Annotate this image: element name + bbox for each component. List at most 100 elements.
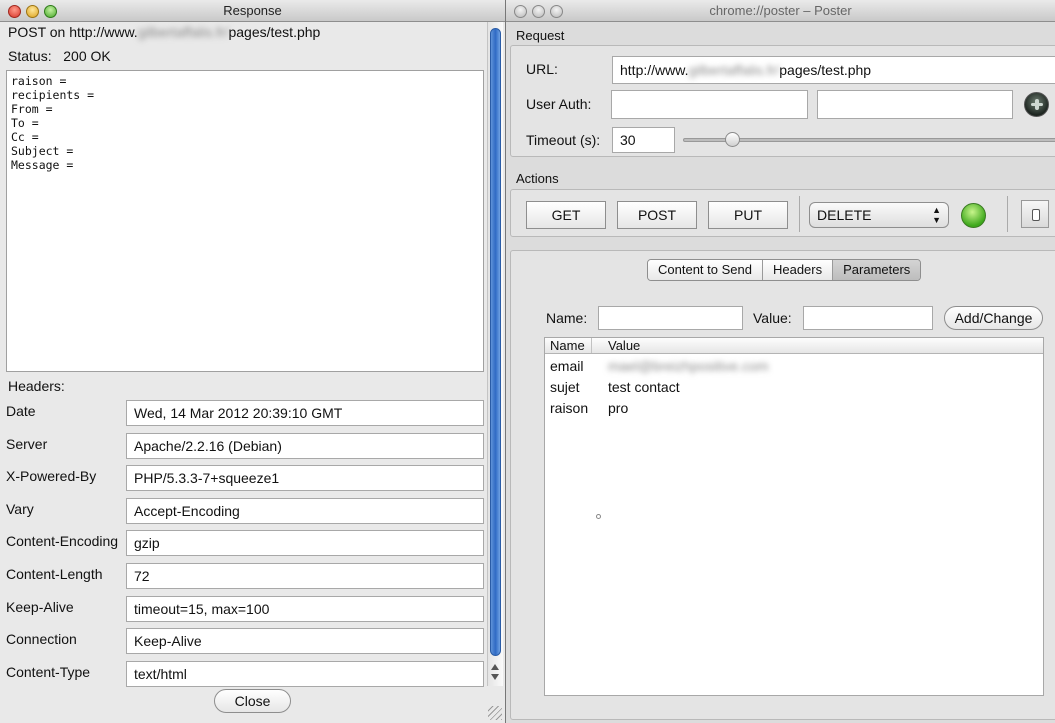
minimize-window-icon[interactable] — [532, 5, 545, 18]
header-value-field[interactable]: timeout=15, max=100 — [126, 595, 484, 622]
header-name: Content-Length — [6, 566, 103, 582]
header-value-field[interactable]: gzip — [126, 530, 484, 557]
headers-title: Headers: — [8, 378, 65, 394]
method-selected-value: DELETE — [817, 207, 872, 223]
response-window: Response POST on http://www.gilbertaffal… — [0, 0, 506, 723]
header-value-field[interactable]: Keep-Alive — [126, 628, 484, 655]
poster-window-controls — [514, 3, 568, 18]
minimize-window-icon[interactable] — [26, 5, 39, 18]
column-name-header[interactable]: Name — [550, 338, 592, 353]
header-value-field[interactable]: Apache/2.2.16 (Debian) — [126, 432, 484, 459]
param-row-value[interactable]: pro — [608, 400, 628, 416]
status-value: 200 OK — [63, 48, 111, 64]
keyhole-icon[interactable] — [1024, 92, 1049, 117]
close-button[interactable]: Close — [214, 689, 291, 713]
param-value-label: Value: — [753, 310, 792, 326]
green-status-light-icon — [961, 203, 986, 228]
body-line: From = — [11, 102, 53, 116]
param-row-name[interactable]: sujet — [550, 379, 580, 395]
resize-grip-icon[interactable] — [488, 706, 502, 720]
header-name: Date — [6, 403, 36, 419]
poster-window-title: chrome://poster – Poster — [709, 3, 852, 18]
body-line: Subject = — [11, 144, 74, 158]
header-value-field[interactable]: 72 — [126, 563, 484, 589]
body-line: Message = — [11, 158, 74, 172]
header-value-field[interactable]: Wed, 14 Mar 2012 20:39:10 GMT — [126, 400, 484, 426]
status-label: Status: — [8, 48, 52, 64]
param-name-label: Name: — [546, 310, 588, 326]
actions-section-title: Actions — [516, 171, 559, 186]
window-controls — [8, 3, 62, 18]
tab-parameters[interactable]: Parameters — [832, 260, 921, 280]
params-table[interactable]: Name Value email mael@breizhpositive.com s… — [544, 337, 1044, 696]
body-line: raison = — [11, 74, 67, 88]
scroll-down-arrow-icon[interactable] — [491, 674, 499, 680]
request-path: pages/test.php — [228, 24, 321, 40]
request-section-title: Request — [516, 28, 565, 43]
body-line: To = — [11, 116, 39, 130]
header-name: Content-Encoding — [6, 533, 119, 550]
pane-toggle-icon[interactable] — [1021, 200, 1049, 228]
user-auth-label: User Auth: — [526, 96, 592, 112]
user-auth-password-input[interactable] — [817, 90, 1013, 119]
response-titlebar: Response — [0, 0, 505, 22]
method-select[interactable]: DELETE ▲ ▼ — [809, 202, 949, 228]
request-line: POST on http://www.gilbertaffalis.fr/pag… — [8, 24, 320, 40]
tab-headers[interactable]: Headers — [761, 260, 833, 280]
column-value-header[interactable]: Value — [608, 338, 640, 353]
tab-bar: Content to Send Headers Parameters — [647, 259, 922, 281]
request-prefix: POST on http://www. — [8, 24, 138, 40]
actions-divider-2 — [1007, 196, 1008, 232]
timeout-slider-knob[interactable] — [725, 132, 741, 147]
param-row-value[interactable]: mael@breizhpositive.com — [608, 358, 769, 374]
response-body[interactable]: raison = recipients = From = To = Cc = Subjec… — [6, 70, 484, 372]
scrollbar-thumb[interactable] — [490, 28, 501, 656]
header-name: Connection — [6, 631, 77, 648]
header-name: X-Powered-By — [6, 468, 97, 485]
header-value-field[interactable]: PHP/5.3.3-7+squeeze1 — [126, 465, 484, 492]
close-window-icon[interactable] — [8, 5, 21, 18]
param-name-input[interactable] — [598, 306, 743, 330]
post-button[interactable]: POST — [617, 201, 697, 229]
header-name: Keep-Alive — [6, 598, 74, 615]
cursor-dot — [596, 514, 601, 519]
zoom-window-icon[interactable] — [44, 5, 57, 18]
param-row-value[interactable]: test contact — [608, 379, 680, 395]
url-input[interactable]: http://www.gilbertaffalis.fr/pages/test.… — [612, 56, 1055, 84]
user-auth-username-input[interactable] — [611, 90, 808, 119]
zoom-window-icon[interactable] — [550, 5, 563, 18]
url-path: pages/test.php — [779, 62, 872, 78]
url-prefix: http://www. — [620, 62, 689, 78]
scroll-up-arrow-icon[interactable] — [491, 664, 499, 670]
header-value-field[interactable]: Accept-Encoding — [126, 497, 484, 524]
response-window-title: Response — [223, 3, 282, 18]
get-button[interactable]: GET — [526, 201, 606, 229]
response-scrollbar[interactable] — [487, 22, 503, 686]
poster-window: chrome://poster – Poster Request URL: ht… — [506, 0, 1055, 723]
timeout-input[interactable]: 30 — [612, 127, 675, 153]
tab-content-to-send[interactable]: Content to Send — [648, 260, 762, 280]
request-host-blurred: gilbertaffalis.fr/ — [137, 24, 229, 40]
header-name: Vary — [6, 500, 34, 517]
actions-section: GET POST PUT DELETE ▲ ▼ — [510, 189, 1055, 237]
status-line: Status: 200 OK — [8, 48, 111, 64]
add-change-button[interactable]: Add/Change — [944, 306, 1043, 330]
actions-divider — [799, 196, 800, 232]
poster-titlebar: chrome://poster – Poster — [506, 0, 1055, 22]
header-value-field[interactable]: text/html — [126, 660, 484, 687]
body-line: Cc = — [11, 130, 39, 144]
param-row-name[interactable]: raison — [550, 400, 588, 416]
content-section: Content to Send Headers Parameters Name: V… — [510, 250, 1055, 720]
params-table-header: Name Value — [545, 338, 1043, 354]
put-button[interactable]: PUT — [708, 201, 788, 229]
param-row-name[interactable]: email — [550, 358, 583, 374]
timeout-label: Timeout (s): — [526, 132, 601, 148]
close-window-icon[interactable] — [514, 5, 527, 18]
url-label: URL: — [526, 61, 558, 77]
param-value-input[interactable] — [803, 306, 933, 330]
header-name: Content-Type — [6, 663, 91, 680]
header-name: Server — [6, 435, 48, 452]
select-arrows-icon: ▲ ▼ — [932, 205, 941, 225]
url-host-blurred: gilbertaffalis.fr/ — [688, 62, 780, 78]
request-section: URL: http://www.gilbertaffalis.fr/pages/… — [510, 45, 1055, 157]
